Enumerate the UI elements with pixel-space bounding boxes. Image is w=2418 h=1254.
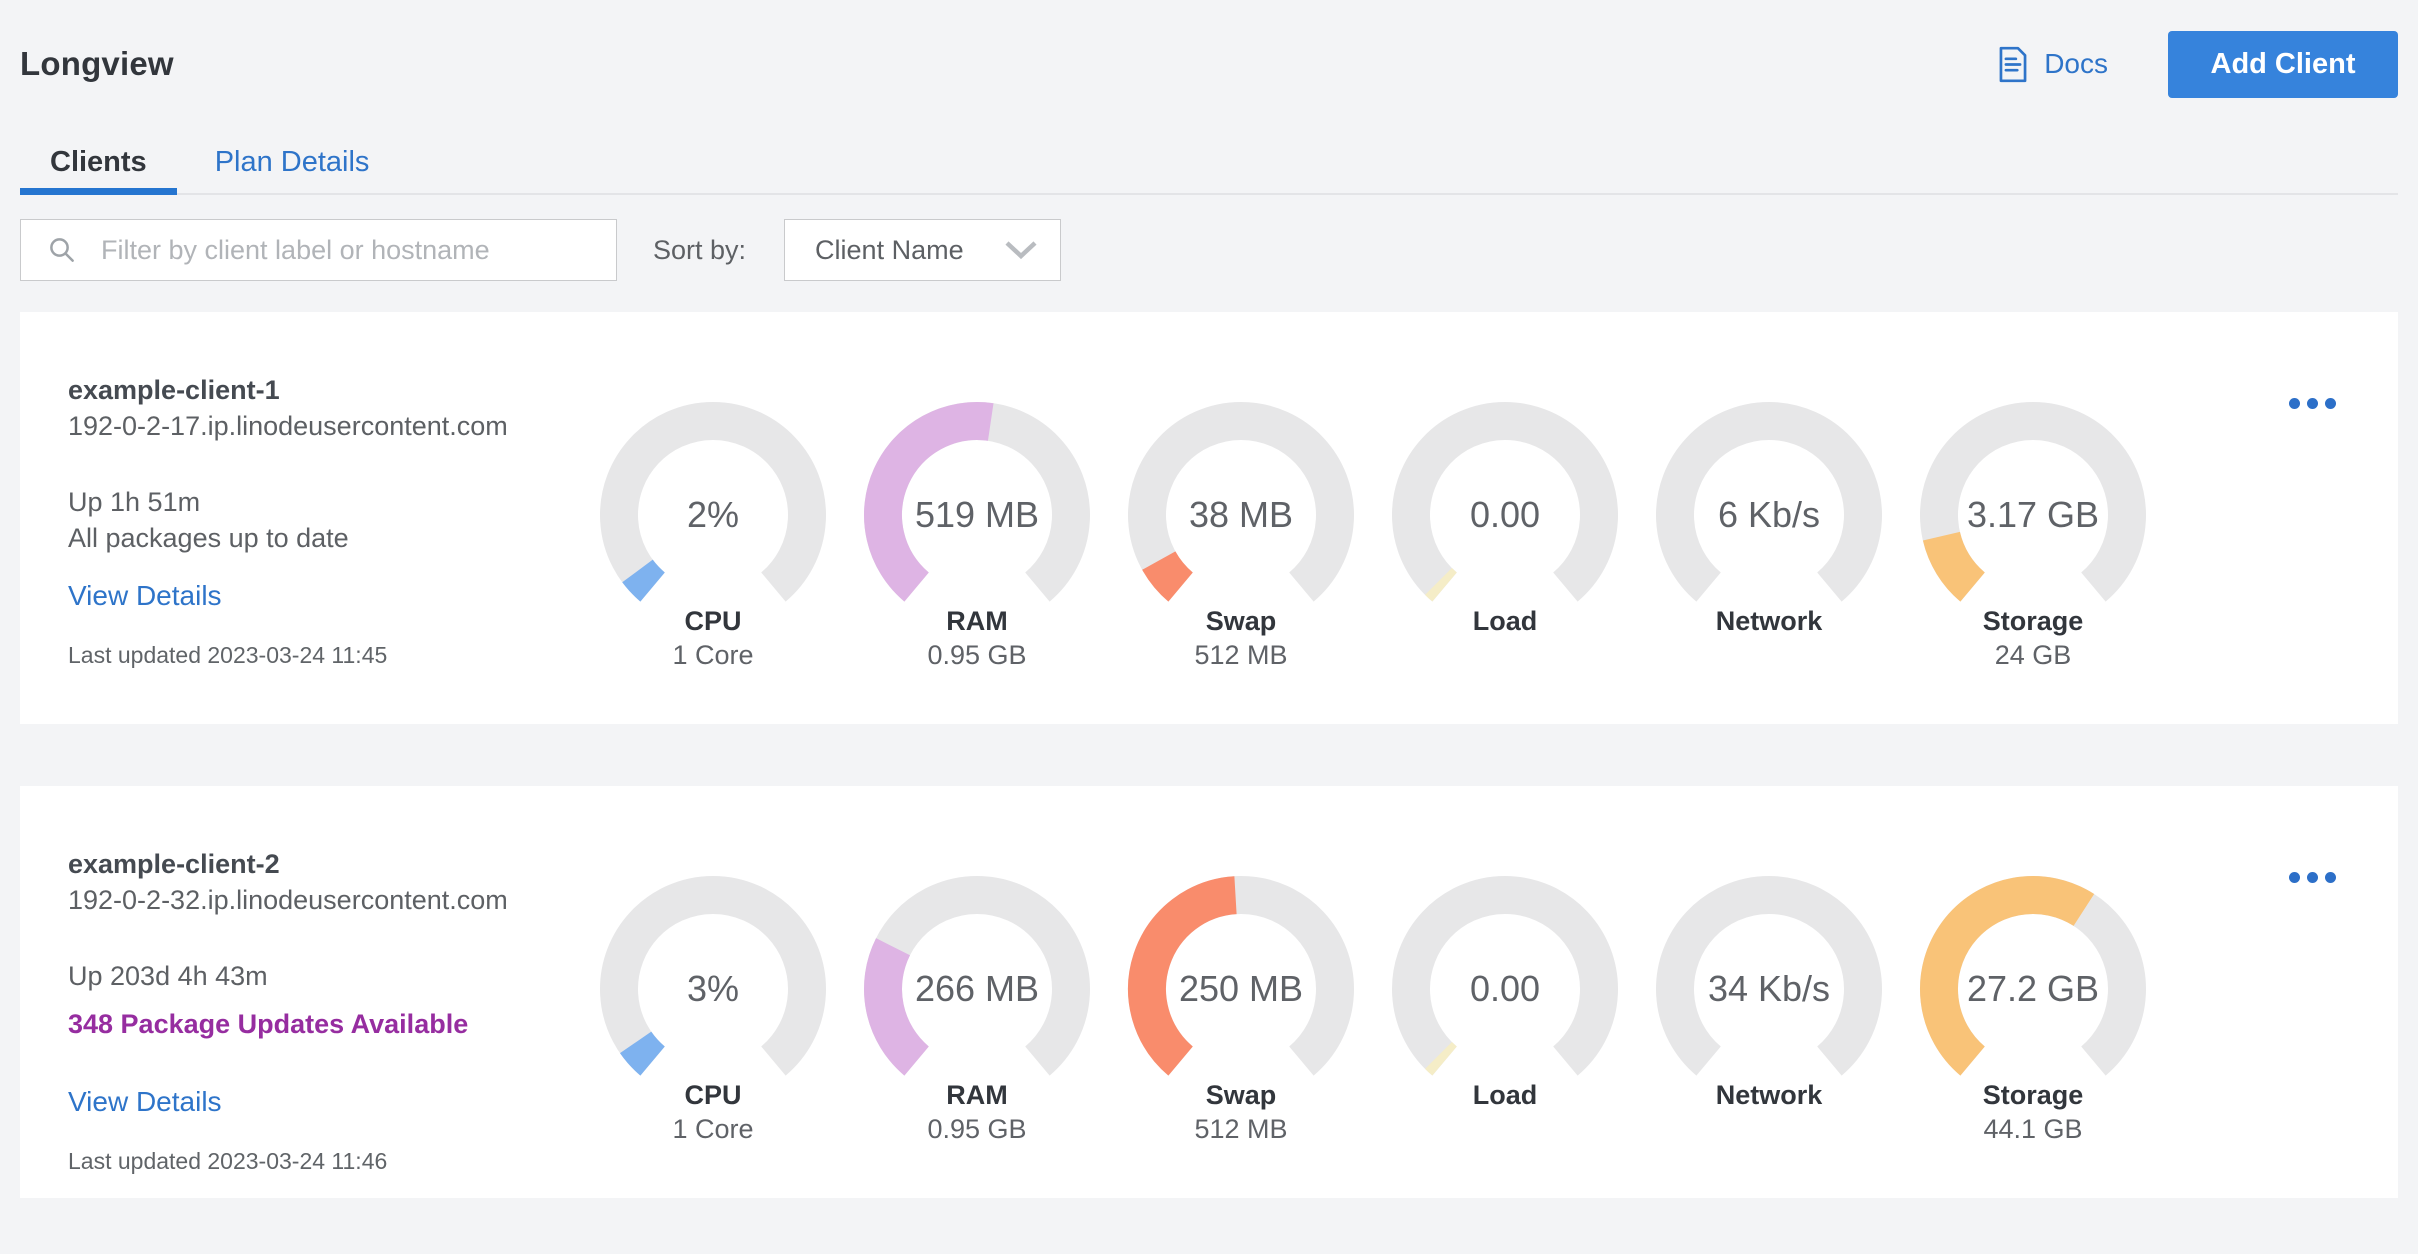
ellipsis-icon: [2289, 872, 2300, 883]
gauge-sublabel: 512 MB: [1194, 640, 1288, 670]
action-menu-button[interactable]: [2283, 866, 2342, 889]
gauge-value: 27.2 GB: [1966, 968, 2100, 1009]
gauge-sublabel: 24 GB: [1994, 640, 2072, 670]
client-name: example-client-2: [68, 849, 280, 879]
gauge-sublabel: [1390, 1114, 1620, 1148]
client-info: example-client-1 192-0-2-17.ip.linodeuse…: [68, 372, 598, 669]
sort-select[interactable]: Client Name: [784, 219, 1062, 281]
gauge-label: Network: [1715, 1080, 1823, 1110]
gauge-value: 38 MB: [1188, 494, 1294, 535]
gauge-value: 2%: [686, 494, 740, 535]
client-card: example-client-2 192-0-2-32.ip.linodeuse…: [20, 786, 2398, 1198]
gauge-sublabel: 44.1 GB: [1983, 1114, 2083, 1144]
gauge-label: Load: [1472, 1080, 1538, 1110]
gauge-label: CPU: [684, 606, 742, 636]
ellipsis-icon: [2289, 398, 2300, 409]
header-actions: Docs Add Client: [1996, 30, 2398, 98]
gauge: 250 MB Swap 512 MB: [1126, 874, 1356, 1148]
gauge-value: 34 Kb/s: [1707, 968, 1831, 1009]
gauge: 6 Kb/s Network: [1654, 400, 1884, 674]
gauge: 3.17 GB Storage 24 GB: [1918, 400, 2148, 674]
client-card: example-client-1 192-0-2-17.ip.linodeuse…: [20, 312, 2398, 724]
client-list: example-client-1 192-0-2-17.ip.linodeuse…: [20, 312, 2398, 1198]
gauge-label: Swap: [1205, 1080, 1277, 1110]
client-last-updated: Last updated 2023-03-24 11:45: [68, 642, 388, 668]
gauge: 34 Kb/s Network: [1654, 874, 1884, 1148]
client-filter-box: [20, 219, 617, 281]
gauge-value: 0.00: [1469, 968, 1541, 1009]
gauge-sublabel: [1654, 1114, 1884, 1148]
gauge-value: 3.17 GB: [1966, 494, 2100, 535]
gauge-label: RAM: [946, 606, 1008, 636]
gauge-sublabel: 512 MB: [1194, 1114, 1288, 1144]
sort-by-label: Sort by:: [653, 234, 747, 265]
gauge-value: 3%: [686, 968, 740, 1009]
gauge-value: 519 MB: [914, 494, 1040, 535]
longview-page: Longview Docs Add Client Clients Plan De…: [0, 0, 2418, 1198]
gauge-label: Load: [1472, 606, 1538, 636]
filter-toolbar: Sort by: Client Name: [20, 219, 2398, 281]
client-hostname: 192-0-2-32.ip.linodeusercontent.com: [68, 885, 508, 915]
chevron-down-icon: [1004, 240, 1038, 260]
docs-label: Docs: [2044, 48, 2108, 79]
gauge: 2% CPU 1 Core: [598, 400, 828, 674]
client-last-updated: Last updated 2023-03-24 11:46: [68, 1148, 388, 1174]
gauge: 519 MB RAM 0.95 GB: [862, 400, 1092, 674]
view-details-link[interactable]: View Details: [68, 1086, 222, 1118]
gauge-row: 2% CPU 1 Core 519 MB RAM 0.95 GB 38 MB S…: [598, 400, 2148, 674]
tab-clients[interactable]: Clients: [20, 144, 177, 195]
page-header: Longview Docs Add Client: [20, 0, 2398, 98]
docs-link[interactable]: Docs: [1996, 46, 2108, 83]
gauge-sublabel: 1 Core: [672, 640, 754, 670]
gauge-row: 3% CPU 1 Core 266 MB RAM 0.95 GB 250 MB …: [598, 874, 2148, 1148]
gauge-value: 250 MB: [1178, 968, 1304, 1009]
view-details-link[interactable]: View Details: [68, 580, 222, 612]
sort-select-value: Client Name: [815, 234, 964, 265]
tab-bar: Clients Plan Details: [20, 144, 2398, 195]
gauge-label: Storage: [1982, 606, 2084, 636]
gauge-value: 6 Kb/s: [1717, 494, 1821, 535]
gauge-sublabel: 0.95 GB: [927, 1114, 1027, 1144]
gauge-label: Storage: [1982, 1080, 2084, 1110]
gauge: 3% CPU 1 Core: [598, 874, 828, 1148]
add-client-button[interactable]: Add Client: [2168, 30, 2398, 98]
client-name: example-client-1: [68, 375, 280, 405]
client-package-status: 348 Package Updates Available: [68, 1009, 469, 1039]
gauge: 0.00 Load: [1390, 874, 1620, 1148]
gauge-label: RAM: [946, 1080, 1008, 1110]
tab-plan-details[interactable]: Plan Details: [185, 144, 400, 193]
client-package-status: All packages up to date: [68, 523, 349, 553]
gauge-value: 0.00: [1469, 494, 1541, 535]
gauge-label: CPU: [684, 1080, 742, 1110]
action-menu-button[interactable]: [2283, 392, 2342, 415]
client-uptime: Up 1h 51m: [68, 487, 201, 517]
client-info: example-client-2 192-0-2-32.ip.linodeuse…: [68, 846, 598, 1175]
gauge-label: Swap: [1205, 606, 1277, 636]
page-title: Longview: [20, 45, 174, 82]
gauge: 27.2 GB Storage 44.1 GB: [1918, 874, 2148, 1148]
gauge: 266 MB RAM 0.95 GB: [862, 874, 1092, 1148]
gauge-sublabel: 0.95 GB: [927, 640, 1027, 670]
client-hostname: 192-0-2-17.ip.linodeusercontent.com: [68, 411, 508, 441]
search-icon: [47, 235, 77, 265]
client-uptime: Up 203d 4h 43m: [68, 961, 268, 991]
gauge: 38 MB Swap 512 MB: [1126, 400, 1356, 674]
gauge: 0.00 Load: [1390, 400, 1620, 674]
gauge-sublabel: [1390, 640, 1620, 674]
gauge-value: 266 MB: [914, 968, 1040, 1009]
gauge-sublabel: 1 Core: [672, 1114, 754, 1144]
gauge-label: Network: [1715, 606, 1823, 636]
client-filter-input[interactable]: [99, 233, 600, 267]
gauge-sublabel: [1654, 640, 1884, 674]
docs-icon: [1996, 46, 2030, 83]
